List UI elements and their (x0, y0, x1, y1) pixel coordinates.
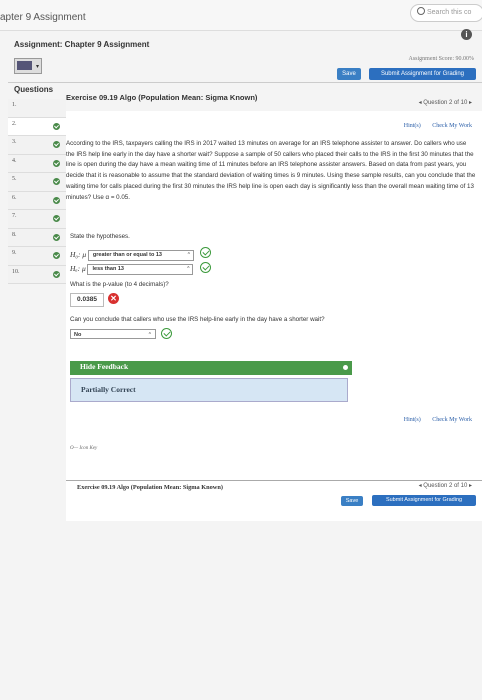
conclusion-select[interactable]: No ⌃ (70, 329, 156, 339)
search-box[interactable]: Search this co (410, 4, 482, 22)
question-item-4[interactable]: 4. (8, 154, 66, 173)
bottom-divider (66, 480, 482, 481)
questions-heading: Questions (14, 85, 54, 94)
state-hypotheses-label: State the hypotheses. (70, 233, 130, 240)
incorrect-x-icon: ✕ (108, 293, 119, 304)
alternative-hypothesis-row: Hₐ: μ less than 13 ⌃ (70, 264, 194, 275)
question-item-3[interactable]: 3. (8, 136, 66, 155)
pvalue-input[interactable]: 0.0385 (70, 293, 104, 307)
question-nav-bottom[interactable]: ◂ Question 2 of 10 ▸ (419, 482, 472, 489)
ha-symbol: Hₐ: μ (70, 264, 86, 274)
completed-check-icon (53, 252, 60, 259)
exercise-title: Exercise 09.19 Algo (Population Mean: Si… (66, 93, 258, 102)
completed-check-icon (53, 122, 60, 130)
pvalue-prompt: What is the p-value (to 4 decimals)? (70, 281, 169, 288)
completed-check-icon (53, 196, 60, 204)
completed-check-icon (53, 233, 60, 241)
search-placeholder: Search this co (427, 9, 472, 16)
completed-check-icon (53, 215, 60, 222)
chevron-down-icon: ⌃ (186, 252, 191, 258)
question-item-7[interactable]: 7. (8, 210, 66, 229)
help-links-bottom: Hint(s) Check My Work (394, 417, 472, 423)
completed-check-icon (53, 178, 60, 185)
question-item-9[interactable]: 9. (8, 247, 66, 266)
search-icon (417, 7, 425, 15)
toggle-knob-icon (343, 365, 348, 370)
question-list: 1. 2. 3. 4. 5. 6. 7. 8. 9. 10. (8, 99, 66, 284)
chevron-down-icon: ▾ (35, 64, 39, 70)
calculator-icon (17, 61, 32, 70)
save-button[interactable]: Save (337, 68, 361, 80)
save-button-bottom[interactable]: Save (341, 496, 363, 506)
icon-key-link[interactable]: O⁠— Icon Key (70, 446, 97, 451)
info-icon[interactable]: i (461, 29, 472, 40)
correct-check-icon (161, 328, 172, 339)
chapter-title: apter 9 Assignment (0, 12, 86, 23)
problem-text: According to the IRS, taxpayers calling … (66, 140, 476, 201)
assignment-window: apter 9 Assignment Search this co Assign… (0, 0, 482, 700)
correct-check-icon (200, 262, 211, 273)
hide-feedback-label: Hide Feedback (80, 362, 129, 371)
chevron-down-icon: ⌃ (186, 266, 191, 272)
assignment-score: Assignment Score: 90.00% (408, 56, 475, 62)
header-divider (8, 82, 482, 83)
completed-check-icon (53, 270, 60, 278)
question-item-6[interactable]: 6. (8, 191, 66, 210)
conclude-prompt: Can you conclude that callers who use th… (70, 316, 325, 323)
feedback-result: Partially Correct (81, 385, 136, 394)
question-nav[interactable]: ◂ Question 2 of 10 ▸ (419, 99, 472, 106)
check-my-work-link[interactable]: Check My Work (432, 123, 472, 129)
question-item-2[interactable]: 2. (8, 117, 66, 136)
feedback-box: Partially Correct (70, 378, 348, 402)
h0-symbol: H₀: μ (70, 250, 87, 260)
completed-check-icon (53, 141, 60, 148)
correct-check-icon (200, 247, 211, 258)
assignment-title: Assignment: Chapter 9 Assignment (14, 40, 150, 49)
question-item-1[interactable]: 1. (8, 99, 66, 118)
key-icon: O⁠— (70, 446, 79, 451)
hints-link[interactable]: Hint(s) (404, 123, 421, 129)
submit-assignment-button[interactable]: Submit Assignment for Grading (369, 68, 476, 80)
question-item-10[interactable]: 10. (8, 265, 66, 284)
check-my-work-link[interactable]: Check My Work (432, 417, 472, 423)
hints-link[interactable]: Hint(s) (404, 417, 421, 423)
question-item-8[interactable]: 8. (8, 228, 66, 247)
calculator-button[interactable]: ▾ (14, 58, 42, 74)
question-item-5[interactable]: 5. (8, 173, 66, 192)
h0-select[interactable]: greater than or equal to 13 ⌃ (87, 250, 194, 261)
ha-select[interactable]: less than 13 ⌃ (87, 264, 194, 275)
conclusion-selected-value: No (74, 332, 82, 338)
chevron-down-icon: ⌃ (147, 332, 152, 338)
completed-check-icon (53, 159, 60, 167)
null-hypothesis-row: H₀: μ greater than or equal to 13 ⌃ (70, 250, 194, 261)
top-bar: apter 9 Assignment Search this co (0, 0, 482, 31)
exercise-title-bottom: Exercise 09.19 Algo (Population Mean: Si… (77, 484, 223, 491)
help-links: Hint(s) Check My Work (394, 123, 472, 129)
hide-feedback-toggle[interactable]: Hide Feedback (70, 361, 352, 375)
submit-assignment-button-bottom[interactable]: Submit Assignment for Grading (372, 495, 476, 506)
